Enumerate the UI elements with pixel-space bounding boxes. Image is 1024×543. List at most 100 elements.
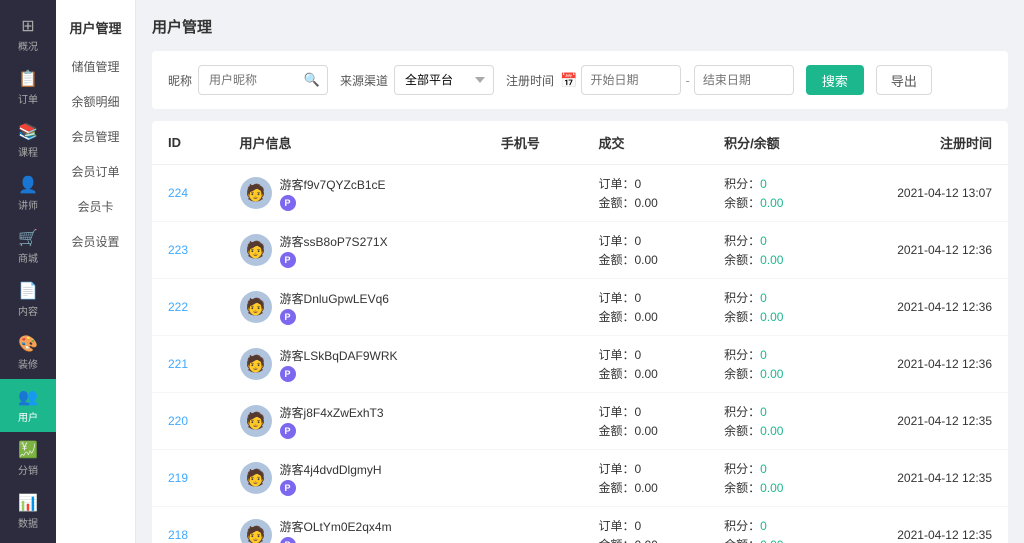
sidebar-item-shop[interactable]: 🛒 商城: [0, 220, 56, 273]
order-count-5: 订单：0: [598, 460, 692, 477]
points-info-2: 积分：0 余额：0.00: [724, 289, 818, 325]
order-amount-0: 金额：0.00: [598, 194, 692, 211]
sidebar-label-course: 课程: [18, 144, 38, 159]
sidebar-item-content[interactable]: 📄 内容: [0, 273, 56, 326]
points-num-3: 0: [760, 348, 767, 362]
sidebar-item-sales[interactable]: 💹 分销: [0, 432, 56, 485]
avatar-4: 🧑: [240, 405, 272, 437]
table-head: ID 用户信息 手机号 成交 积分/余额 注册时间: [152, 121, 1008, 165]
source-select[interactable]: 全部平台: [394, 65, 494, 95]
user-id-link-1[interactable]: 223: [168, 243, 188, 257]
points-info-1: 积分：0 余额：0.00: [724, 232, 818, 268]
balance-val-1: 余额：0.00: [724, 251, 818, 268]
sub-sidebar-member-card[interactable]: 会员卡: [56, 189, 135, 224]
cell-phone-4: [485, 393, 583, 450]
table-row: 222 🧑 游客DnluGpwLEVq6 P 订单：0 金额：0.00: [152, 279, 1008, 336]
sub-sidebar-balance[interactable]: 余额明细: [56, 84, 135, 119]
user-name-5[interactable]: 游客4j4dvdDlgmyH: [280, 461, 382, 478]
search-button[interactable]: 搜索: [806, 65, 864, 95]
teacher-icon: 👤: [18, 175, 38, 195]
register-time-1: 2021-04-12 12:36: [897, 243, 992, 257]
table-row: 218 🧑 游客OLtYm0E2qx4m P 订单：0 金额：0.00: [152, 507, 1008, 543]
course-icon: 📚: [18, 122, 38, 142]
user-id-link-5[interactable]: 219: [168, 471, 188, 485]
sub-sidebar-recharge[interactable]: 储值管理: [56, 49, 135, 84]
sub-sidebar-member-mgmt[interactable]: 会员管理: [56, 119, 135, 154]
order-amount-1: 金额：0.00: [598, 251, 692, 268]
points-val-6: 积分：0: [724, 517, 818, 534]
col-id: ID: [152, 121, 224, 165]
user-name-0[interactable]: 游客f9v7QYZcB1cE: [280, 176, 386, 193]
user-id-link-3[interactable]: 221: [168, 357, 188, 371]
user-name-4[interactable]: 游客j8F4xZwExhT3: [280, 404, 384, 421]
user-name-2[interactable]: 游客DnluGpwLEVq6: [280, 290, 389, 307]
user-badge-4: P: [280, 423, 296, 439]
table-body: 224 🧑 游客f9v7QYZcB1cE P 订单：0 金额：0.00: [152, 165, 1008, 543]
points-num-5: 0: [760, 462, 767, 476]
user-id-link-6[interactable]: 218: [168, 528, 188, 542]
sidebar-label-sales: 分销: [18, 462, 38, 477]
user-cell-4: 🧑 游客j8F4xZwExhT3 P: [240, 404, 469, 439]
user-name-1[interactable]: 游客ssB8oP7S271X: [280, 233, 388, 250]
sidebar-item-user[interactable]: 👥 用户: [0, 379, 56, 432]
sidebar-item-app[interactable]: 📱 应用: [0, 538, 56, 543]
user-name-6[interactable]: 游客OLtYm0E2qx4m: [280, 518, 392, 535]
cell-phone-3: [485, 336, 583, 393]
filter-group-date: 注册时间 📅 -: [506, 65, 794, 95]
cell-deal-0: 订单：0 金额：0.00: [582, 165, 708, 222]
cell-user-6: 🧑 游客OLtYm0E2qx4m P: [224, 507, 485, 543]
order-count-1: 订单：0: [598, 232, 692, 249]
cell-points-4: 积分：0 余额：0.00: [708, 393, 834, 450]
sidebar-item-teacher[interactable]: 👤 讲师: [0, 167, 56, 220]
filter-bar: 昵称 🔍 来源渠道 全部平台 注册时间 📅 -: [152, 51, 1008, 109]
avatar-5: 🧑: [240, 462, 272, 494]
user-id-link-2[interactable]: 222: [168, 300, 188, 314]
sidebar-item-decoration[interactable]: 🎨 装修: [0, 326, 56, 379]
register-time-2: 2021-04-12 12:36: [897, 300, 992, 314]
user-badge-1: P: [280, 252, 296, 268]
user-info-4: 游客j8F4xZwExhT3 P: [280, 404, 384, 439]
points-info-6: 积分：0 余额：0.00: [724, 517, 818, 543]
user-id-link-4[interactable]: 220: [168, 414, 188, 428]
cell-id-5: 219: [152, 450, 224, 507]
balance-val-2: 余额：0.00: [724, 308, 818, 325]
order-count-6: 订单：0: [598, 517, 692, 534]
sub-sidebar-member-settings[interactable]: 会员设置: [56, 224, 135, 259]
user-info-5: 游客4j4dvdDlgmyH P: [280, 461, 382, 496]
points-val-2: 积分：0: [724, 289, 818, 306]
user-name-3[interactable]: 游客LSkBqDAF9WRK: [280, 347, 398, 364]
points-val-1: 积分：0: [724, 232, 818, 249]
filter-group-nickname: 昵称 🔍: [168, 65, 328, 95]
sidebar-item-overview[interactable]: ⊞ 概况: [0, 8, 56, 61]
balance-num-0: 0.00: [760, 196, 783, 210]
date-start-input[interactable]: [581, 65, 681, 95]
sidebar-label-user: 用户: [18, 409, 38, 424]
page-content: 用户管理 昵称 🔍 来源渠道 全部平台 注册时间 📅: [136, 0, 1024, 543]
register-time-label: 注册时间: [506, 72, 554, 89]
user-info-2: 游客DnluGpwLEVq6 P: [280, 290, 389, 325]
cell-phone-5: [485, 450, 583, 507]
cell-points-6: 积分：0 余额：0.00: [708, 507, 834, 543]
cell-time-5: 2021-04-12 12:35: [834, 450, 1008, 507]
balance-num-6: 0.00: [760, 538, 783, 543]
sub-sidebar-member-order[interactable]: 会员订单: [56, 154, 135, 189]
nickname-label: 昵称: [168, 72, 192, 89]
cell-deal-1: 订单：0 金额：0.00: [582, 222, 708, 279]
cell-points-0: 积分：0 余额：0.00: [708, 165, 834, 222]
sidebar-item-data[interactable]: 📊 数据: [0, 485, 56, 538]
filter-group-source: 来源渠道 全部平台: [340, 65, 494, 95]
balance-val-6: 余额：0.00: [724, 536, 818, 543]
user-cell-3: 🧑 游客LSkBqDAF9WRK P: [240, 347, 469, 382]
order-count-0: 订单：0: [598, 175, 692, 192]
order-info-0: 订单：0 金额：0.00: [598, 175, 692, 211]
export-button[interactable]: 导出: [876, 65, 932, 95]
date-end-input[interactable]: [694, 65, 794, 95]
balance-num-4: 0.00: [760, 424, 783, 438]
user-id-link-0[interactable]: 224: [168, 186, 188, 200]
cell-deal-2: 订单：0 金额：0.00: [582, 279, 708, 336]
user-badge-2: P: [280, 309, 296, 325]
sidebar-item-course[interactable]: 📚 课程: [0, 114, 56, 167]
sidebar-item-order[interactable]: 📋 订单: [0, 61, 56, 114]
col-points: 积分/余额: [708, 121, 834, 165]
table-row: 224 🧑 游客f9v7QYZcB1cE P 订单：0 金额：0.00: [152, 165, 1008, 222]
